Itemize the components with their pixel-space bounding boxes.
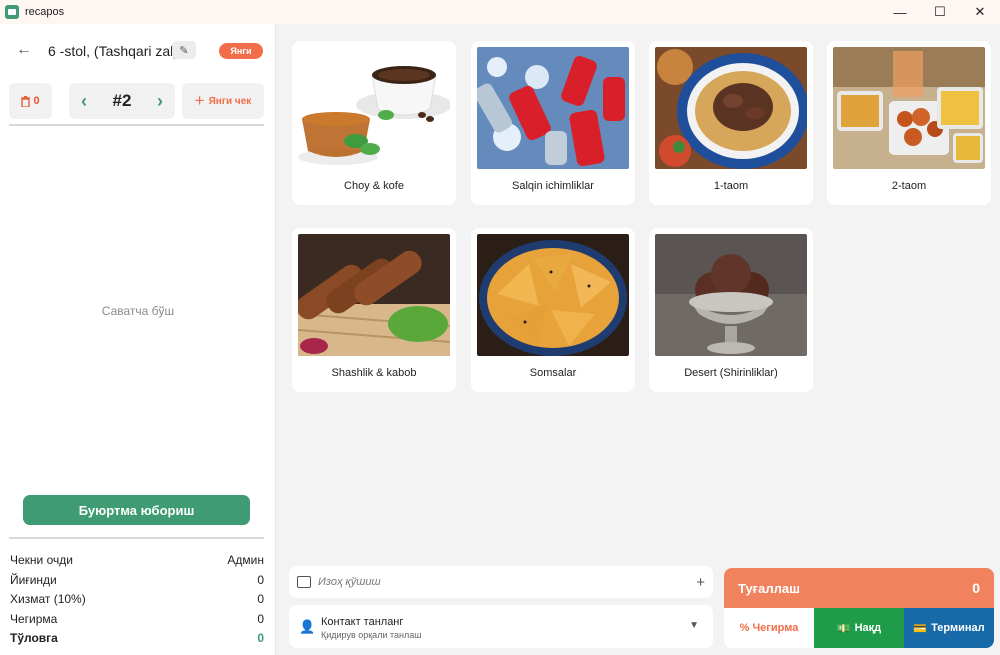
- percent-icon: %: [739, 622, 750, 634]
- summary-row: Йиғинди 0: [10, 572, 264, 587]
- category-card-cold-drinks[interactable]: Salqin ichimliklar: [471, 41, 635, 205]
- title-bar: recapos — ☐ ✕: [0, 0, 1000, 24]
- finish-label: Туғаллаш: [738, 581, 800, 596]
- dropdown-arrow-icon[interactable]: ▼: [689, 620, 699, 631]
- somsa-image: [477, 234, 629, 356]
- summary-row: Чегирма 0: [10, 611, 264, 626]
- note-input[interactable]: Изоҳ қўшиш +: [289, 566, 713, 598]
- window-title: recapos: [25, 6, 65, 18]
- dessert-image: [655, 234, 807, 356]
- finish-button[interactable]: Туғаллаш 0: [724, 568, 994, 608]
- plus-icon: +: [194, 91, 205, 110]
- category-label: Shashlik & kabob: [331, 367, 417, 379]
- second-course-image: [833, 47, 985, 169]
- divider: [9, 124, 264, 126]
- add-person-icon: 👤: [299, 619, 316, 634]
- card-terminal-icon: 💳: [913, 622, 928, 635]
- window-controls: — ☐ ✕: [880, 0, 1000, 24]
- category-label: Desert (Shirinliklar): [684, 367, 778, 379]
- summary-row: Чекни очди Админ: [10, 553, 264, 567]
- order-panel: ← 6 -stol, (Tashqari zal) ✎ Янги 0 ‹ #2 …: [0, 24, 276, 655]
- delete-items-button[interactable]: 0: [9, 83, 52, 119]
- first-course-image: [655, 47, 807, 169]
- edit-table-button[interactable]: ✎: [172, 41, 196, 59]
- category-label: Choy & kofe: [344, 180, 404, 192]
- comment-icon: [297, 576, 311, 588]
- shashlik-image: [298, 234, 450, 356]
- check-controls: 0 ‹ #2 › + Янги чек: [9, 83, 265, 119]
- note-placeholder: Изоҳ қўшиш: [318, 576, 381, 588]
- pencil-icon: ✎: [179, 44, 189, 57]
- app-logo-icon: [5, 5, 19, 19]
- contact-title: Контакт танланг: [321, 616, 404, 628]
- category-card-somsa[interactable]: Somsalar: [471, 228, 635, 392]
- send-order-button[interactable]: Буюртма юбориш: [23, 495, 250, 525]
- table-name: 6 -stol, (Tashqari zal): [48, 43, 178, 59]
- divider: [9, 537, 264, 539]
- discount-label: Чегирма: [752, 622, 799, 634]
- tea-coffee-image: [298, 47, 450, 169]
- category-label: Salqin ichimliklar: [512, 180, 594, 192]
- summary-total-row: Тўловга 0: [10, 631, 264, 645]
- new-check-button[interactable]: + Янги чек: [182, 83, 264, 119]
- category-card-first-course[interactable]: 1-taom: [649, 41, 813, 205]
- contact-subtitle: Қидирув орқали танлаш: [321, 630, 422, 640]
- category-label: 2-taom: [891, 180, 927, 192]
- previous-check-icon[interactable]: ‹: [81, 91, 87, 112]
- minimize-button[interactable]: —: [880, 0, 920, 24]
- trash-count: 0: [33, 95, 40, 107]
- cash-button[interactable]: 💵 Нақд: [814, 608, 904, 648]
- category-label: Somsalar: [529, 367, 577, 379]
- terminal-label: Терминал: [931, 622, 985, 634]
- payment-panel: Туғаллаш 0 % Чегирма 💵 Нақд 💳 Терминал: [724, 568, 994, 648]
- category-card-shashlik[interactable]: Shashlik & kabob: [292, 228, 456, 392]
- maximize-button[interactable]: ☐: [920, 0, 960, 24]
- category-card-dessert[interactable]: Desert (Shirinliklar): [649, 228, 813, 392]
- category-label: 1-taom: [713, 180, 749, 192]
- cold-drinks-image: [477, 47, 629, 169]
- status-badge: Янги: [219, 43, 263, 59]
- terminal-button[interactable]: 💳 Терминал: [904, 608, 994, 648]
- order-summary: Чекни очди Админ Йиғинди 0 Хизмат (10%) 0 Ч…: [10, 553, 264, 651]
- next-check-icon[interactable]: ›: [157, 91, 163, 112]
- check-navigator: ‹ #2 ›: [69, 83, 175, 119]
- contact-select[interactable]: 👤 Контакт танланг Қидирув орқали танлаш …: [289, 605, 713, 648]
- cash-icon: 💵: [836, 622, 851, 635]
- cash-label: Нақд: [854, 622, 882, 634]
- close-button[interactable]: ✕: [960, 0, 1000, 24]
- new-check-label: Янги чек: [208, 95, 252, 107]
- payment-total: 0: [972, 580, 980, 596]
- check-number: #2: [112, 91, 132, 110]
- trash-icon: [21, 95, 31, 107]
- back-arrow-icon[interactable]: ←: [16, 41, 32, 59]
- discount-button[interactable]: % Чегирма: [724, 608, 814, 648]
- category-card-tea-coffee[interactable]: Choy & kofe: [292, 41, 456, 205]
- summary-row: Хизмат (10%) 0: [10, 592, 264, 606]
- category-card-second-course[interactable]: 2-taom: [827, 41, 991, 205]
- add-note-icon[interactable]: +: [696, 574, 705, 591]
- cart-empty-message: Саватча бўш: [101, 304, 175, 318]
